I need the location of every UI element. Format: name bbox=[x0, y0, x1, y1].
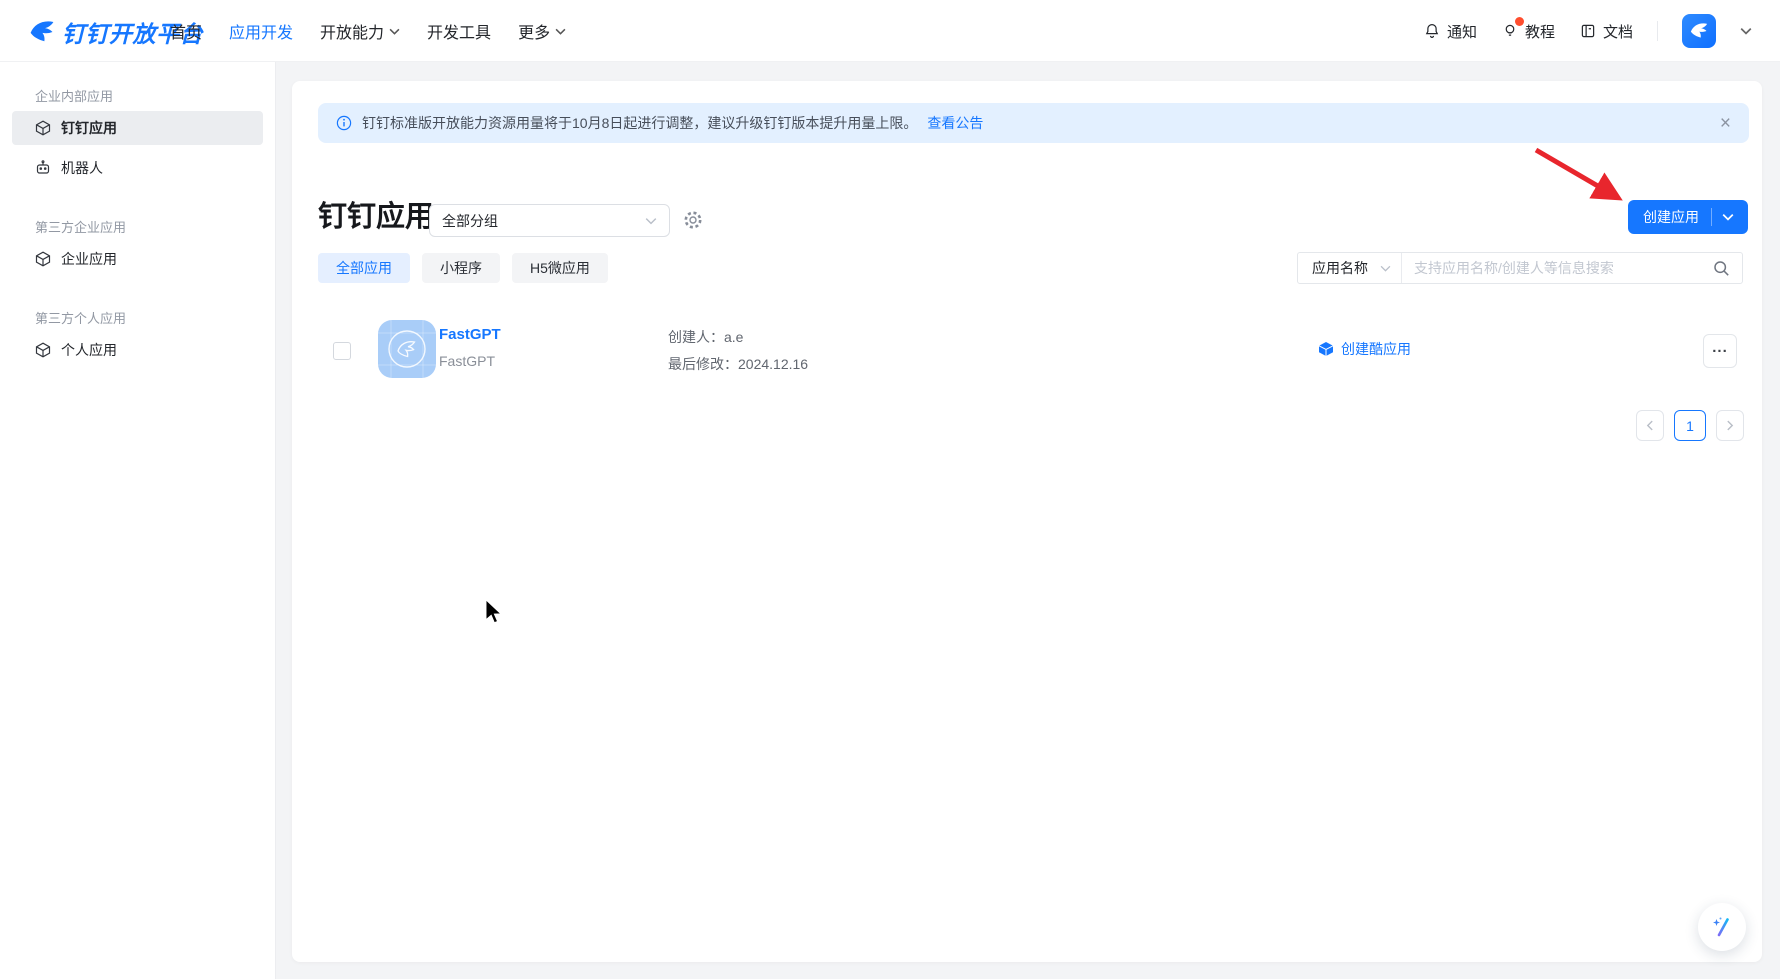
search-icon[interactable] bbox=[1713, 260, 1730, 277]
sidebar-item-robots[interactable]: 机器人 bbox=[12, 151, 263, 185]
cube-icon bbox=[35, 251, 51, 267]
docs-button[interactable]: 文档 bbox=[1579, 21, 1633, 42]
create-cool-app-link[interactable]: 创建酷应用 bbox=[1318, 339, 1411, 359]
ai-assistant-fab[interactable] bbox=[1698, 903, 1746, 951]
nav-item-app-dev[interactable]: 应用开发 bbox=[229, 19, 293, 43]
dingtalk-wing-icon bbox=[28, 18, 56, 46]
nav-item-open-capability[interactable]: 开放能力 bbox=[320, 19, 400, 43]
chevron-down-icon[interactable] bbox=[1712, 213, 1744, 221]
app-search-box: 应用名称 bbox=[1297, 252, 1743, 284]
nav-item-home[interactable]: 首页 bbox=[170, 19, 202, 43]
top-navbar: 钉钉开放平台 首页 应用开发 开放能力 开发工具 更多 通知 bbox=[0, 0, 1780, 62]
tutorial-button[interactable]: 教程 bbox=[1501, 21, 1555, 42]
search-input[interactable] bbox=[1402, 260, 1713, 276]
app-type-tabs: 全部应用 小程序 H5微应用 bbox=[318, 253, 608, 283]
pagination: 1 bbox=[1636, 410, 1744, 441]
search-field-selector[interactable]: 应用名称 bbox=[1298, 253, 1402, 283]
group-filter-select[interactable]: 全部分组 bbox=[429, 204, 670, 237]
app-list-row: FastGPT FastGPT 创建人：a.e 最后修改：2024.12.16 … bbox=[292, 312, 1762, 408]
cool-app-cube-icon bbox=[1318, 341, 1334, 357]
divider bbox=[1657, 21, 1658, 41]
sidebar-section-thirdparty-corp: 第三方企业应用 bbox=[35, 217, 275, 236]
sidebar-section-internal-apps: 企业内部应用 bbox=[35, 86, 275, 105]
app-subtitle: FastGPT bbox=[439, 353, 495, 369]
chevron-down-icon bbox=[645, 217, 657, 225]
bell-icon bbox=[1423, 22, 1441, 40]
create-app-button[interactable]: 创建应用 bbox=[1628, 200, 1748, 234]
page-title: 钉钉应用 bbox=[318, 193, 434, 235]
sidebar-item-personal-apps[interactable]: 个人应用 bbox=[12, 333, 263, 367]
sidebar-section-thirdparty-personal: 第三方个人应用 bbox=[35, 308, 275, 327]
notification-dot bbox=[1515, 17, 1524, 26]
banner-message: 钉钉标准版开放能力资源用量将于10月8日起进行调整，建议升级钉钉版本提升用量上限… bbox=[362, 113, 917, 133]
main-content-card: 钉钉标准版开放能力资源用量将于10月8日起进行调整，建议升级钉钉版本提升用量上限… bbox=[292, 81, 1762, 962]
document-icon bbox=[1579, 22, 1597, 40]
tab-mini-program[interactable]: 小程序 bbox=[422, 253, 500, 283]
main-nav: 首页 应用开发 开放能力 开发工具 更多 bbox=[170, 0, 566, 62]
cube-icon bbox=[35, 120, 51, 136]
sidebar-item-dingtalk-apps[interactable]: 钉钉应用 bbox=[12, 111, 263, 145]
cube-icon bbox=[35, 342, 51, 358]
app-creator: 创建人：a.e bbox=[668, 327, 743, 347]
group-settings-gear-icon[interactable] bbox=[682, 209, 704, 231]
user-avatar[interactable] bbox=[1682, 14, 1716, 48]
banner-announcement-link[interactable]: 查看公告 bbox=[927, 113, 983, 133]
robot-icon bbox=[35, 160, 51, 176]
pagination-next-button[interactable] bbox=[1716, 410, 1744, 441]
chevron-down-icon bbox=[555, 28, 566, 35]
tab-all-apps[interactable]: 全部应用 bbox=[318, 253, 410, 283]
app-icon[interactable] bbox=[378, 320, 436, 378]
info-icon bbox=[336, 115, 352, 131]
sidebar-item-corp-apps[interactable]: 企业应用 bbox=[12, 242, 263, 276]
chevron-down-icon bbox=[389, 28, 400, 35]
app-more-actions-button[interactable]: ... bbox=[1703, 334, 1737, 368]
app-name-link[interactable]: FastGPT bbox=[439, 326, 501, 343]
tab-h5-micro-app[interactable]: H5微应用 bbox=[512, 253, 608, 283]
navbar-right: 通知 教程 文档 bbox=[1423, 0, 1752, 62]
nav-item-more[interactable]: 更多 bbox=[518, 19, 566, 43]
nav-item-dev-tools[interactable]: 开发工具 bbox=[427, 19, 491, 43]
avatar-chevron-icon[interactable] bbox=[1740, 27, 1752, 35]
sidebar: 企业内部应用 钉钉应用 机器人 第三方企业应用 企业应用 第三方个人应用 个人应… bbox=[0, 62, 276, 979]
pagination-page-1[interactable]: 1 bbox=[1674, 410, 1706, 441]
notice-banner: 钉钉标准版开放能力资源用量将于10月8日起进行调整，建议升级钉钉版本提升用量上限… bbox=[318, 103, 1749, 143]
pagination-prev-button[interactable] bbox=[1636, 410, 1664, 441]
chevron-down-icon bbox=[1380, 265, 1391, 272]
app-last-modified: 最后修改：2024.12.16 bbox=[668, 354, 808, 374]
notifications-button[interactable]: 通知 bbox=[1423, 21, 1477, 42]
app-row-checkbox[interactable] bbox=[333, 342, 351, 360]
banner-close-icon[interactable]: × bbox=[1720, 114, 1731, 133]
